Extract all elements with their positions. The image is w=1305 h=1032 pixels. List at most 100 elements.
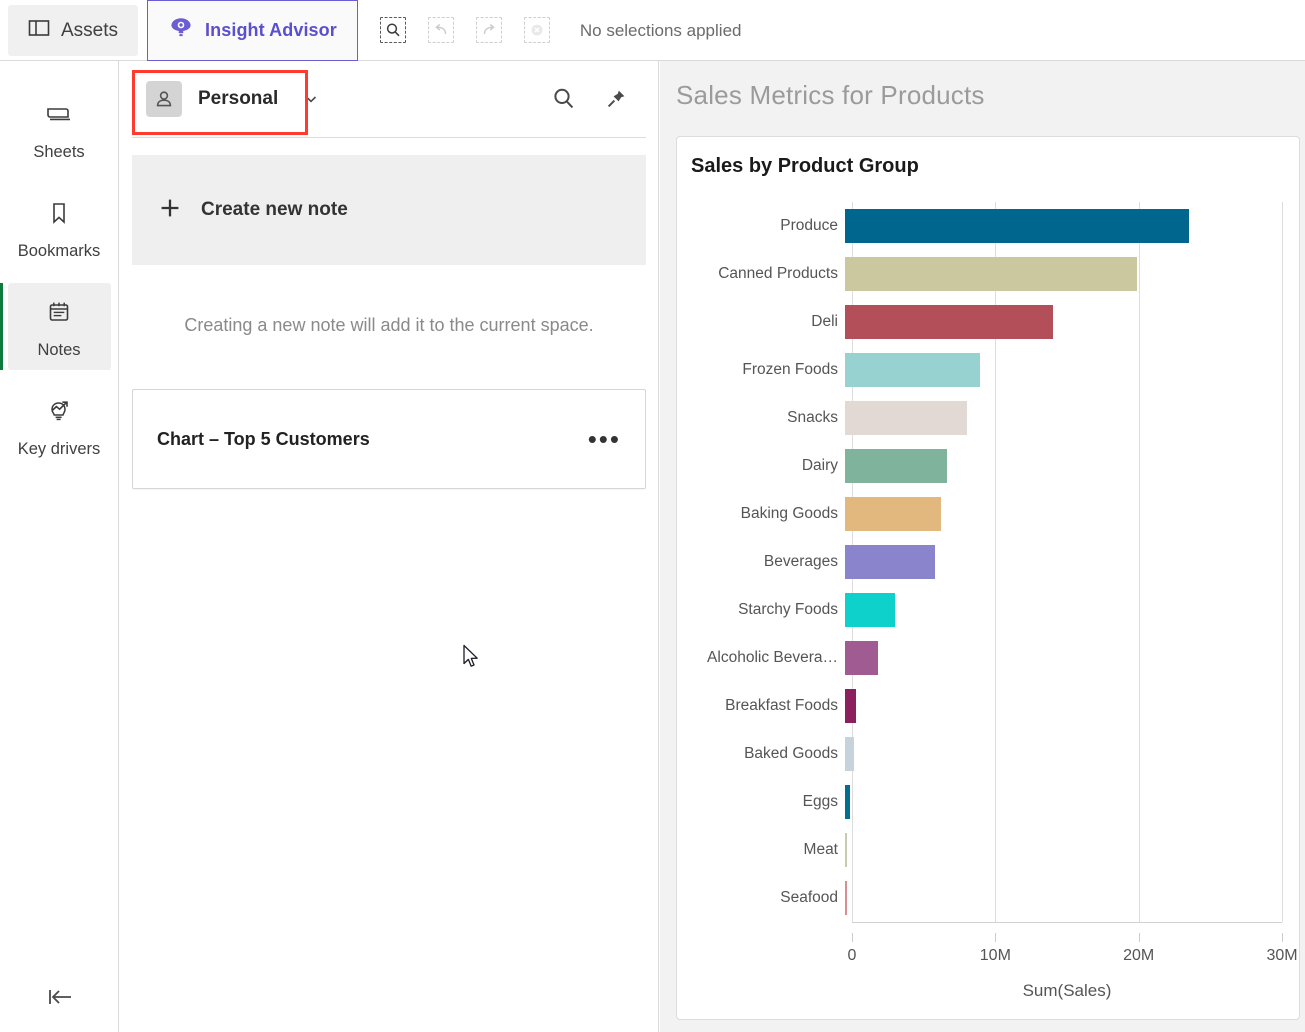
selection-search-button[interactable] bbox=[379, 17, 406, 43]
chart-category-label: Deli bbox=[811, 313, 838, 330]
chart-bar[interactable] bbox=[845, 545, 936, 579]
notes-header: Personal bbox=[120, 61, 658, 137]
plus-icon bbox=[158, 196, 182, 225]
chart-bar-track bbox=[845, 586, 1299, 634]
chart-category-label: Meat bbox=[803, 841, 838, 858]
chart-category-label: Seafood bbox=[780, 889, 838, 906]
search-icon[interactable] bbox=[550, 85, 578, 113]
chart-bar[interactable] bbox=[845, 833, 848, 867]
note-title: Chart – Top 5 Customers bbox=[157, 428, 370, 449]
insight-content-area: Sales Metrics for Products Sales by Prod… bbox=[660, 61, 1305, 1032]
chart-bar-row[interactable]: Eggs bbox=[677, 778, 1299, 826]
chart-bar-track bbox=[845, 778, 1299, 826]
chart-bar-track bbox=[845, 634, 1299, 682]
chart-bar[interactable] bbox=[845, 689, 856, 723]
chart-title: Sales by Product Group bbox=[691, 155, 919, 177]
chart-bar-row[interactable]: Beverages bbox=[677, 538, 1299, 586]
chart-category-label: Snacks bbox=[787, 409, 838, 426]
notes-panel: Personal Create new note Creating a new … bbox=[120, 61, 659, 1032]
rail-item-bookmarks-label: Bookmarks bbox=[17, 242, 101, 260]
chart-bar-row[interactable]: Canned Products bbox=[677, 250, 1299, 298]
chart-bar-row[interactable]: Breakfast Foods bbox=[677, 682, 1299, 730]
collapse-panel-button[interactable] bbox=[0, 985, 119, 1014]
rail-item-sheets[interactable]: Sheets bbox=[8, 85, 111, 172]
chart-bar-track bbox=[845, 538, 1299, 586]
bar-chart[interactable]: Produce Canned Products Deli Frozen Foods Sn… bbox=[677, 191, 1299, 1019]
chart-x-tick-label: 10M bbox=[979, 947, 1011, 964]
undo-button[interactable] bbox=[427, 17, 454, 43]
chart-bar[interactable] bbox=[845, 209, 1189, 243]
chart-bar-row[interactable]: Snacks bbox=[677, 394, 1299, 442]
chart-bar-track bbox=[845, 346, 1299, 394]
chart-category-label: Baking Goods bbox=[740, 505, 838, 522]
pin-icon[interactable] bbox=[604, 87, 628, 111]
chart-bar-row[interactable]: Deli bbox=[677, 298, 1299, 346]
clear-selections-button[interactable] bbox=[523, 17, 550, 43]
chart-bar-track bbox=[845, 826, 1299, 874]
tab-assets-label: Assets bbox=[61, 19, 119, 41]
chart-x-axis-title: Sum(Sales) bbox=[1022, 981, 1112, 1000]
tab-insight-advisor-label: Insight Advisor bbox=[205, 20, 337, 40]
left-rail: Sheets Bookmarks Notes Key drivers bbox=[0, 61, 119, 1032]
chart-category-label: Starchy Foods bbox=[738, 601, 838, 618]
key-drivers-icon bbox=[44, 396, 74, 431]
rail-item-bookmarks[interactable]: Bookmarks bbox=[8, 184, 111, 271]
chart-bar-row[interactable]: Baked Goods bbox=[677, 730, 1299, 778]
chart-bar[interactable] bbox=[845, 881, 847, 915]
ellipsis-icon[interactable]: ••• bbox=[588, 426, 621, 452]
chart-bar[interactable] bbox=[845, 305, 1053, 339]
clear-selections-icon bbox=[531, 24, 543, 36]
chart-bar[interactable] bbox=[845, 257, 1138, 291]
chart-bar[interactable] bbox=[845, 641, 878, 675]
top-toolbar: Assets Insight Advisor No selections app… bbox=[0, 0, 1305, 61]
chart-x-tick bbox=[1138, 933, 1140, 942]
tab-insight-advisor[interactable]: Insight Advisor bbox=[147, 0, 358, 61]
chart-x-tick bbox=[1282, 933, 1283, 942]
chart-bar-row[interactable]: Alcoholic Bevera… bbox=[677, 634, 1299, 682]
chart-bar-track bbox=[845, 874, 1299, 922]
chevron-down-icon[interactable] bbox=[302, 90, 320, 108]
space-name-label: Personal bbox=[198, 88, 279, 109]
chart-bar-row[interactable]: Dairy bbox=[677, 442, 1299, 490]
list-item[interactable]: Chart – Top 5 Customers ••• bbox=[132, 389, 646, 489]
redo-button[interactable] bbox=[475, 17, 502, 43]
chart-category-label: Baked Goods bbox=[744, 745, 838, 762]
rail-item-sheets-label: Sheets bbox=[33, 143, 85, 161]
chart-bar[interactable] bbox=[845, 593, 896, 627]
undo-icon bbox=[435, 23, 447, 35]
chart-bar[interactable] bbox=[845, 353, 980, 387]
create-new-note-button[interactable]: Create new note bbox=[132, 155, 646, 265]
chart-category-label: Canned Products bbox=[718, 265, 838, 282]
space-selector[interactable]: Personal bbox=[132, 72, 292, 126]
chart-bar-row[interactable]: Starchy Foods bbox=[677, 586, 1299, 634]
chart-bar-track bbox=[845, 250, 1299, 298]
chart-category-label: Eggs bbox=[802, 793, 838, 810]
rail-item-key-drivers[interactable]: Key drivers bbox=[8, 382, 111, 469]
chart-bar[interactable] bbox=[845, 737, 854, 771]
redo-icon bbox=[483, 23, 495, 35]
rail-item-notes[interactable]: Notes bbox=[0, 283, 111, 370]
selection-toolbar bbox=[358, 0, 550, 60]
chart-x-tick bbox=[995, 933, 997, 942]
chart-bar-track bbox=[845, 730, 1299, 778]
chart-bar-row[interactable]: Produce bbox=[677, 202, 1299, 250]
chart-bar-row[interactable]: Seafood bbox=[677, 874, 1299, 922]
chart-bar[interactable] bbox=[845, 785, 851, 819]
page-title: Sales Metrics for Products bbox=[676, 80, 985, 110]
tab-assets[interactable]: Assets bbox=[8, 5, 139, 56]
chart-bar-row[interactable]: Baking Goods bbox=[677, 490, 1299, 538]
chart-bar[interactable] bbox=[845, 497, 942, 531]
chart-x-tick-label: 20M bbox=[1123, 947, 1155, 964]
chart-bar-track bbox=[845, 202, 1299, 250]
chart-bar[interactable] bbox=[845, 449, 947, 483]
dashed-frame bbox=[379, 17, 406, 43]
chart-axis-baseline bbox=[852, 922, 1282, 923]
chart-bar-rows: Produce Canned Products Deli Frozen Foods Sn… bbox=[677, 202, 1299, 922]
notepad-icon bbox=[44, 297, 74, 332]
chart-bar[interactable] bbox=[845, 401, 967, 435]
notes-header-actions bbox=[550, 85, 646, 113]
chart-bar-row[interactable]: Meat bbox=[677, 826, 1299, 874]
chart-card[interactable]: Sales by Product Group Produce Canned Pro… bbox=[676, 136, 1300, 1020]
chart-bar-track bbox=[845, 682, 1299, 730]
chart-bar-row[interactable]: Frozen Foods bbox=[677, 346, 1299, 394]
